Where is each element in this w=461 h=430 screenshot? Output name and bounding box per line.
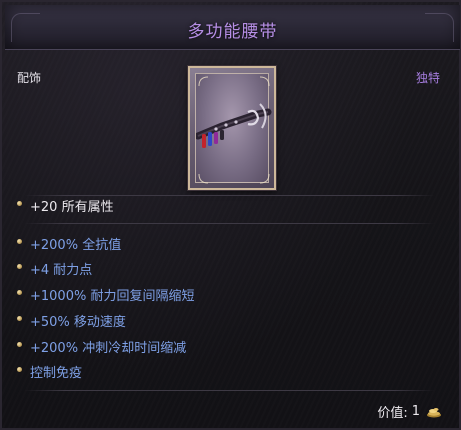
item-tooltip: 多功能腰带 配饰 独特 +20 所有属性 +200% 全抗值 +4 耐力点 +1… (0, 0, 461, 430)
price-value: 1 (411, 404, 420, 419)
price-label: 价值: (377, 406, 408, 421)
item-name: 多功能腰带 (187, 22, 278, 42)
magic-stat-text: +200% 冲刺冷却时间缩减 (30, 340, 187, 356)
base-stat-row: +20 所有属性 (17, 196, 114, 215)
item-image (195, 73, 272, 184)
utility-belt-icon (196, 76, 272, 184)
magic-stat-row: +50% 移动速度 (17, 311, 126, 330)
gold-coin-icon (427, 407, 441, 417)
bullet-icon (17, 263, 22, 269)
bullet-icon (17, 315, 22, 321)
item-rarity: 独特 (415, 71, 440, 85)
magic-stat-row: +200% 冲刺冷却时间缩减 (17, 337, 187, 356)
bullet-icon (17, 341, 22, 347)
magic-stat-text: +4 耐力点 (30, 262, 93, 278)
tooltip-header: 多功能腰带 (5, 5, 460, 50)
magic-stat-text: 控制免疫 (30, 365, 83, 381)
bullet-icon (17, 289, 22, 295)
magic-stat-row: +200% 全抗值 (17, 234, 122, 253)
magic-stat-text: +1000% 耐力回复间隔缩短 (30, 288, 195, 304)
divider-middle (24, 223, 435, 224)
base-stat-text: +20 所有属性 (30, 199, 114, 215)
magic-stat-row: +4 耐力点 (17, 259, 93, 278)
magic-stat-row: +1000% 耐力回复间隔缩短 (17, 285, 195, 304)
bullet-icon (17, 200, 22, 206)
bullet-icon (17, 238, 22, 244)
divider-bottom (24, 390, 435, 391)
magic-stat-row: 控制免疫 (17, 362, 83, 381)
magic-stat-text: +50% 移动速度 (30, 314, 126, 330)
bullet-icon (17, 366, 22, 372)
item-price: 价值: 1 (377, 402, 442, 421)
item-card (188, 66, 276, 190)
item-type: 配饰 (17, 71, 42, 85)
magic-stat-text: +200% 全抗值 (30, 237, 122, 253)
